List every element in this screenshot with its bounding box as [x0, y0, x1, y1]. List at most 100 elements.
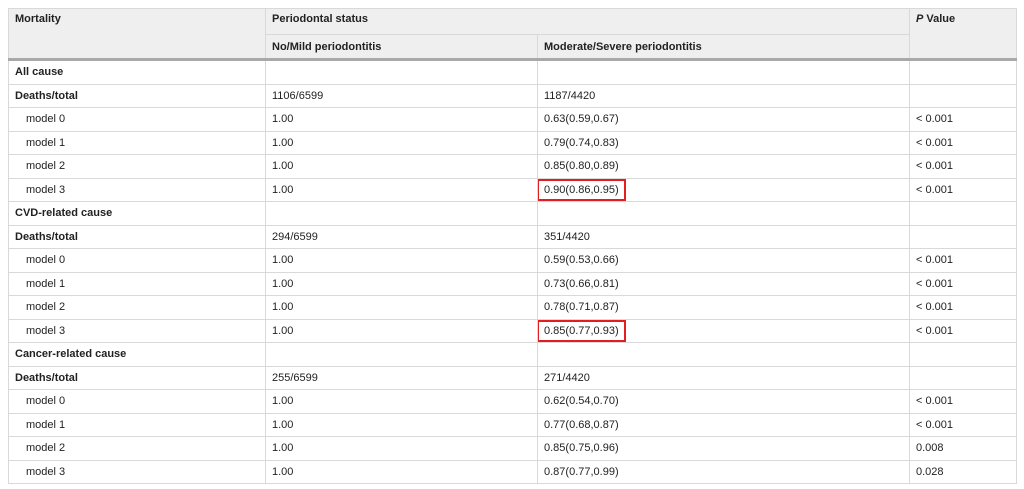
table-row: model 1 1.00 0.73(0.66,0.81) < 0.001: [8, 271, 1017, 296]
model-label: model 3: [8, 318, 266, 343]
model-p-value: < 0.001: [909, 248, 1017, 273]
model-label: model 1: [8, 271, 266, 296]
model-no-mild-value: 1.00: [265, 107, 538, 132]
model-label: model 0: [8, 107, 266, 132]
model-no-mild-value: 1.00: [265, 459, 538, 484]
model-p-value: 0.028: [909, 459, 1017, 484]
table-row: model 3 1.00 0.90(0.86,0.95) < 0.001: [8, 177, 1017, 202]
empty-cell: [537, 201, 910, 226]
header-mortality: Mortality: [8, 8, 266, 61]
empty-cell: [265, 201, 538, 226]
empty-cell: [909, 59, 1017, 85]
model-mod-sev-value: 0.59(0.53,0.66): [537, 248, 910, 273]
deaths-label: Deaths/total: [8, 224, 266, 249]
model-label: model 2: [8, 436, 266, 461]
model-p-value: < 0.001: [909, 107, 1017, 132]
model-mod-sev-value: 0.63(0.59,0.67): [537, 107, 910, 132]
model-mod-sev-value: 0.73(0.66,0.81): [537, 271, 910, 296]
model-p-value: 0.008: [909, 436, 1017, 461]
deaths-row: Deaths/total 294/6599 351/4420: [8, 224, 1017, 249]
deaths-no-mild: 1106/6599: [265, 83, 538, 108]
table-row: model 0 1.00 0.63(0.59,0.67) < 0.001: [8, 107, 1017, 132]
model-label: model 0: [8, 248, 266, 273]
header-p-rest: Value: [923, 13, 956, 25]
mortality-table: Mortality Periodontal status P Value No/…: [8, 8, 1017, 484]
model-no-mild-value: 1.00: [265, 389, 538, 414]
empty-cell: [909, 224, 1017, 249]
deaths-mod-sev: 1187/4420: [537, 83, 910, 108]
table-body: All cause Deaths/total 1106/6599 1187/4420 m…: [8, 59, 1017, 484]
model-no-mild-value: 1.00: [265, 248, 538, 273]
deaths-no-mild: 294/6599: [265, 224, 538, 249]
model-mod-sev-value: 0.90(0.86,0.95): [537, 177, 910, 202]
model-p-value: < 0.001: [909, 318, 1017, 343]
model-label: model 2: [8, 154, 266, 179]
deaths-mod-sev: 351/4420: [537, 224, 910, 249]
model-mod-sev-value: 0.62(0.54,0.70): [537, 389, 910, 414]
model-label: model 1: [8, 412, 266, 437]
model-p-value: < 0.001: [909, 177, 1017, 202]
deaths-mod-sev: 271/4420: [537, 365, 910, 390]
header-no-mild: No/Mild periodontitis: [265, 34, 538, 61]
header-p-value: P Value: [909, 8, 1017, 61]
table-row: model 2 1.00 0.85(0.75,0.96) 0.008: [8, 436, 1017, 461]
table-header: Mortality Periodontal status P Value No/…: [8, 8, 1017, 61]
model-mod-sev-value: 0.85(0.75,0.96): [537, 436, 910, 461]
section-row: All cause: [8, 59, 1017, 85]
empty-cell: [265, 59, 538, 85]
model-label: model 3: [8, 177, 266, 202]
highlighted-value-box: 0.85(0.77,0.93): [538, 319, 626, 342]
table-row: model 1 1.00 0.77(0.68,0.87) < 0.001: [8, 412, 1017, 437]
empty-cell: [537, 59, 910, 85]
table-row: model 0 1.00 0.62(0.54,0.70) < 0.001: [8, 389, 1017, 414]
empty-cell: [909, 365, 1017, 390]
model-mod-sev-value: 0.85(0.77,0.93): [537, 318, 910, 343]
model-mod-sev-value: 0.79(0.74,0.83): [537, 130, 910, 155]
model-no-mild-value: 1.00: [265, 271, 538, 296]
section-row: Cancer-related cause: [8, 342, 1017, 367]
model-label: model 1: [8, 130, 266, 155]
mortality-table-container: Mortality Periodontal status P Value No/…: [8, 8, 1017, 484]
deaths-label: Deaths/total: [8, 365, 266, 390]
section-row: CVD-related cause: [8, 201, 1017, 226]
model-mod-sev-value: 0.78(0.71,0.87): [537, 295, 910, 320]
model-label: model 3: [8, 459, 266, 484]
model-mod-sev-value: 0.77(0.68,0.87): [537, 412, 910, 437]
model-p-value: < 0.001: [909, 271, 1017, 296]
model-no-mild-value: 1.00: [265, 154, 538, 179]
deaths-label: Deaths/total: [8, 83, 266, 108]
empty-cell: [909, 342, 1017, 367]
table-row: model 2 1.00 0.78(0.71,0.87) < 0.001: [8, 295, 1017, 320]
model-mod-sev-value: 0.85(0.80,0.89): [537, 154, 910, 179]
section-title: CVD-related cause: [8, 201, 266, 226]
model-label: model 2: [8, 295, 266, 320]
empty-cell: [537, 342, 910, 367]
model-p-value: < 0.001: [909, 154, 1017, 179]
empty-cell: [909, 83, 1017, 108]
header-moderate-severe: Moderate/Severe periodontitis: [537, 34, 910, 61]
model-no-mild-value: 1.00: [265, 436, 538, 461]
model-no-mild-value: 1.00: [265, 130, 538, 155]
table-row: model 1 1.00 0.79(0.74,0.83) < 0.001: [8, 130, 1017, 155]
model-p-value: < 0.001: [909, 389, 1017, 414]
header-periodontal-status: Periodontal status: [265, 8, 910, 35]
highlighted-value-box: 0.90(0.86,0.95): [538, 178, 626, 201]
model-no-mild-value: 1.00: [265, 295, 538, 320]
deaths-row: Deaths/total 255/6599 271/4420: [8, 365, 1017, 390]
table-row: model 3 1.00 0.87(0.77,0.99) 0.028: [8, 459, 1017, 484]
model-no-mild-value: 1.00: [265, 177, 538, 202]
model-mod-sev-value: 0.87(0.77,0.99): [537, 459, 910, 484]
section-title: Cancer-related cause: [8, 342, 266, 367]
model-p-value: < 0.001: [909, 295, 1017, 320]
model-p-value: < 0.001: [909, 412, 1017, 437]
empty-cell: [909, 201, 1017, 226]
section-title: All cause: [8, 59, 266, 85]
model-label: model 0: [8, 389, 266, 414]
table-row: model 3 1.00 0.85(0.77,0.93) < 0.001: [8, 318, 1017, 343]
empty-cell: [265, 342, 538, 367]
deaths-no-mild: 255/6599: [265, 365, 538, 390]
deaths-row: Deaths/total 1106/6599 1187/4420: [8, 83, 1017, 108]
table-row: model 0 1.00 0.59(0.53,0.66) < 0.001: [8, 248, 1017, 273]
model-p-value: < 0.001: [909, 130, 1017, 155]
table-row: model 2 1.00 0.85(0.80,0.89) < 0.001: [8, 154, 1017, 179]
